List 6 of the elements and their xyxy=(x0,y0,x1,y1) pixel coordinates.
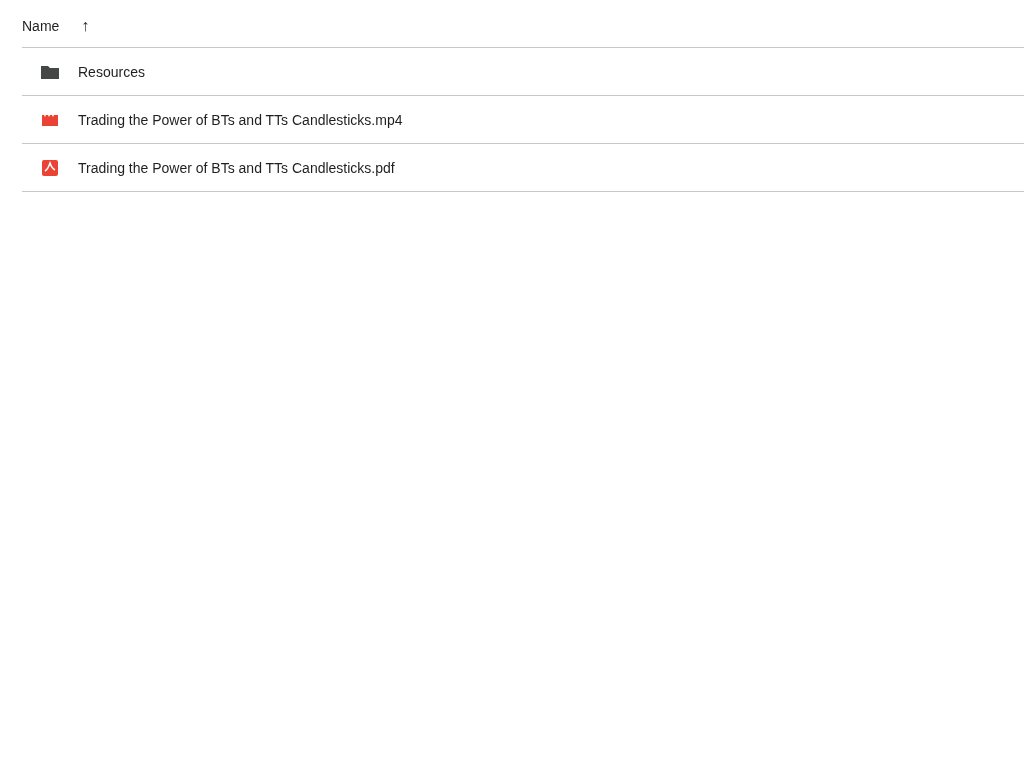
column-header[interactable]: Name xyxy=(22,17,60,34)
sort-arrow[interactable]: ↑ xyxy=(77,16,94,35)
pdf-icon xyxy=(40,157,60,178)
file-name[interactable]: Trading the Power of BTs and TTs Candlesticks.pdf xyxy=(78,159,395,176)
file-name[interactable]: Trading the Power of BTs and TTs Candlesticks.mp4 xyxy=(78,111,403,128)
file-name[interactable]: Resources xyxy=(78,63,145,80)
